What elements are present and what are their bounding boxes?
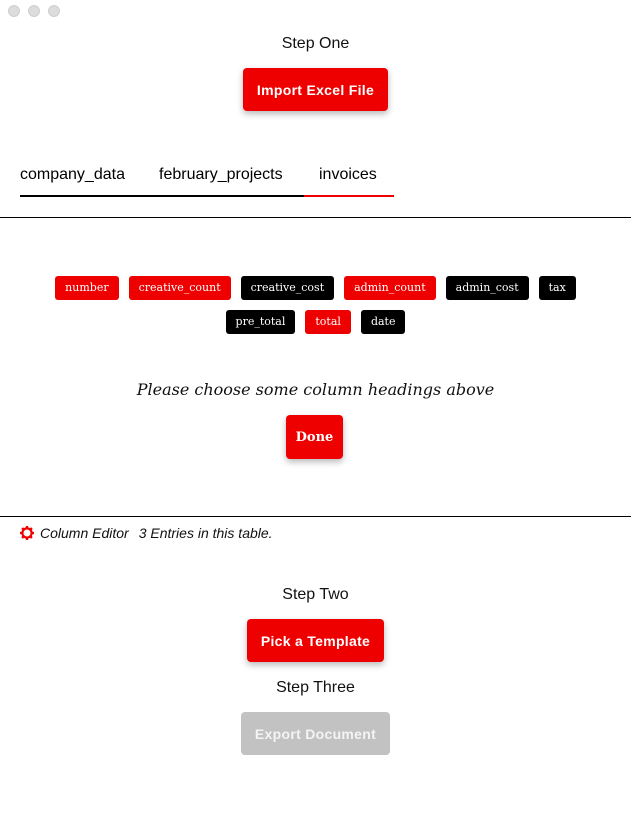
close-window-button[interactable]	[8, 5, 20, 17]
done-button[interactable]: Done	[286, 415, 343, 459]
step-one-heading: Step One	[281, 35, 350, 52]
column-prompt: Please choose some column headings above	[136, 380, 495, 399]
column-chip-date[interactable]: date	[360, 310, 406, 334]
column-chips-row-2: pre_total total date	[0, 310, 631, 334]
column-chip-pre-total[interactable]: pre_total	[225, 310, 296, 334]
divider-bottom	[0, 516, 631, 517]
column-chip-creative-cost[interactable]: creative_cost	[240, 276, 335, 300]
column-chip-admin-cost[interactable]: admin_cost	[445, 276, 529, 300]
divider-top	[0, 217, 631, 218]
step-two-heading: Step Two	[282, 586, 349, 603]
export-document-button[interactable]: Export Document	[241, 712, 390, 755]
column-chip-admin-count[interactable]: admin_count	[344, 276, 436, 300]
column-chip-number[interactable]: number	[55, 276, 119, 300]
tab-february-projects[interactable]: february_projects	[159, 166, 283, 184]
gear-icon[interactable]	[20, 526, 34, 540]
column-editor-label[interactable]: Column Editor	[40, 525, 129, 541]
tab-company-data[interactable]: company_data	[20, 166, 125, 184]
step-three-heading: Step Three	[276, 679, 355, 696]
column-chip-tax[interactable]: tax	[538, 276, 576, 300]
column-editor-status: Column Editor 3 Entries in this table.	[20, 524, 273, 542]
tabs-baseline	[20, 195, 304, 197]
tab-invoices[interactable]: invoices	[319, 166, 377, 184]
zoom-window-button[interactable]	[48, 5, 60, 17]
entries-count-text: 3 Entries in this table.	[138, 525, 273, 541]
column-chips-row-1: number creative_count creative_cost admi…	[0, 276, 631, 300]
pick-template-button[interactable]: Pick a Template	[247, 619, 384, 662]
window-titlebar	[0, 0, 631, 22]
column-chip-creative-count[interactable]: creative_count	[128, 276, 231, 300]
minimize-window-button[interactable]	[28, 5, 40, 17]
active-tab-indicator	[304, 195, 394, 197]
import-excel-button[interactable]: Import Excel File	[243, 68, 388, 111]
column-chip-total[interactable]: total	[305, 310, 351, 334]
